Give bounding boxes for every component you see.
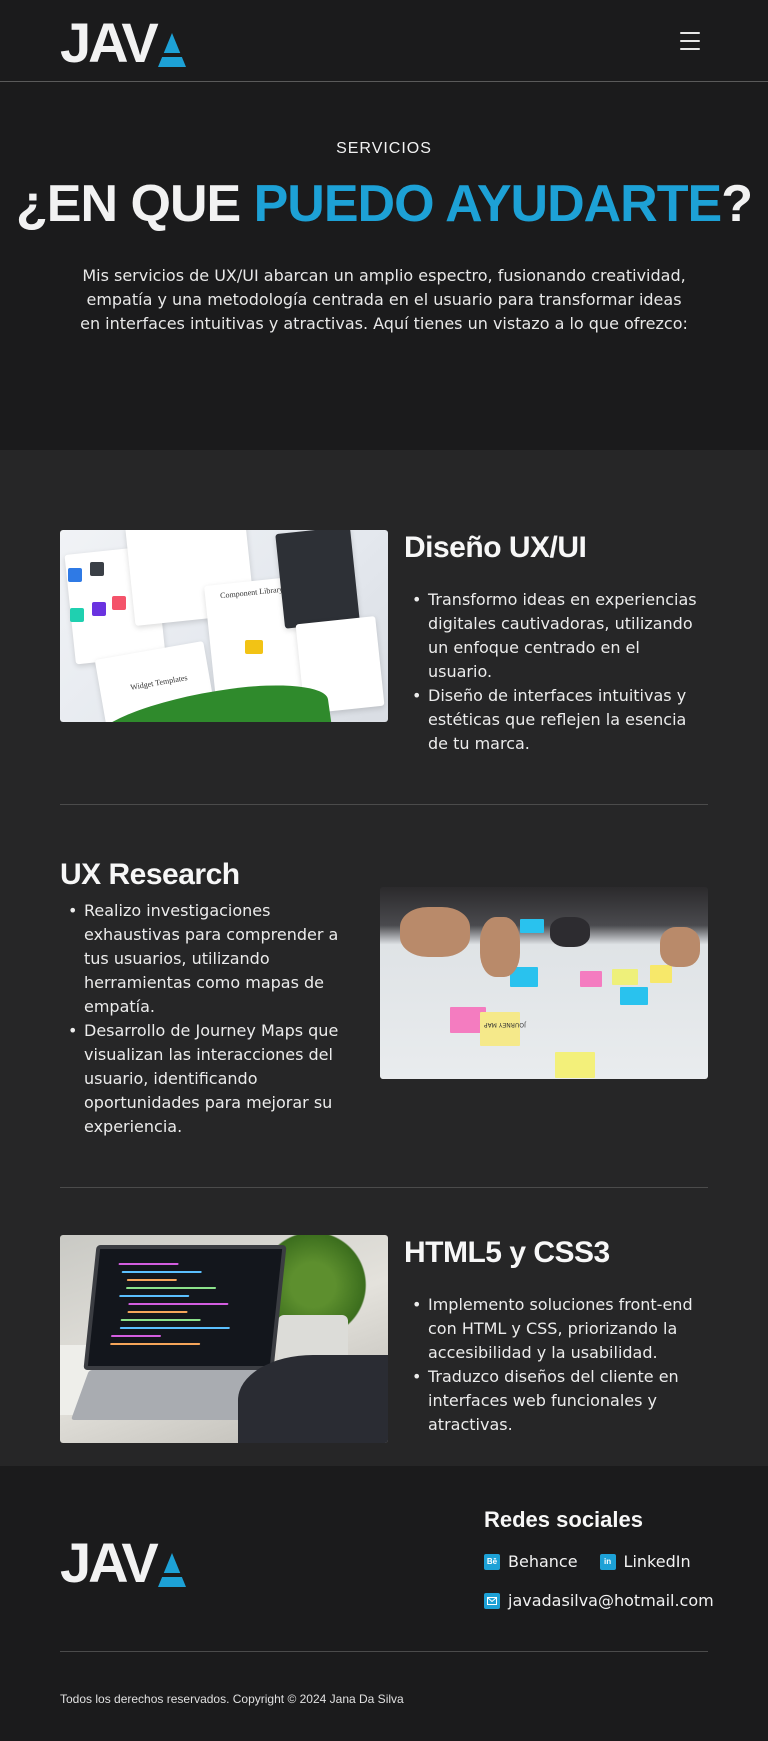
ux-ui-image: Widget Templates Component Library <box>60 530 388 722</box>
ux-research-image: JOURNEY MAP <box>380 887 708 1079</box>
footer-divider <box>60 1651 708 1652</box>
image-label-journey-map: JOURNEY MAP <box>484 1021 526 1028</box>
service-bullet-list: Transformo ideas en experiencias digital… <box>404 588 708 756</box>
logo-text: JAV <box>60 11 159 74</box>
title-accent: PUEDO AYUDARTE <box>253 175 723 233</box>
email-label: javadasilva@hotmail.com <box>508 1591 714 1610</box>
list-item: Transformo ideas en experiencias digital… <box>404 588 708 684</box>
service-title: Diseño UX/UI <box>404 531 587 564</box>
service-title: HTML5 y CSS3 <box>404 1236 610 1269</box>
page-title: ¿EN QUE PUEDO AYUDARTE? <box>0 174 768 234</box>
list-item: Realizo investigaciones exhaustivas para… <box>60 899 364 1019</box>
logo-text: JAV <box>60 1531 159 1594</box>
behance-label: Behance <box>508 1552 578 1571</box>
section-eyebrow: SERVICIOS <box>336 140 432 157</box>
services-list: Widget Templates Component Library Diseñ… <box>0 450 768 1466</box>
social-row: Bē Behance in LinkedIn <box>484 1552 714 1571</box>
logo-triangle-icon <box>157 1553 186 1587</box>
service-body: Diseño UX/UI Transformo ideas en experie… <box>404 530 708 756</box>
list-item: Diseño de interfaces intuitivas y estéti… <box>404 684 708 756</box>
mail-icon <box>484 1592 500 1609</box>
footer-logo[interactable]: JAV <box>60 1531 186 1594</box>
service-body: UX Research Realizo investigaciones exha… <box>60 857 364 1139</box>
section-divider <box>60 1187 708 1188</box>
service-bullet-list: Realizo investigaciones exhaustivas para… <box>60 899 364 1139</box>
services-hero: SERVICIOS ¿EN QUE PUEDO AYUDARTE? Mis se… <box>0 82 768 450</box>
section-divider <box>60 804 708 805</box>
service-title: UX Research <box>60 858 240 891</box>
linkedin-icon: in <box>599 1553 616 1570</box>
list-item: Implemento soluciones front-end con HTML… <box>404 1293 708 1365</box>
email-link[interactable]: javadasilva@hotmail.com <box>484 1591 714 1610</box>
social-links: Redes sociales Bē Behance in LinkedIn ja… <box>484 1506 714 1610</box>
social-title: Redes sociales <box>484 1507 643 1532</box>
title-part-1: ¿EN QUE <box>16 175 254 233</box>
linkedin-link[interactable]: in LinkedIn <box>599 1552 691 1571</box>
service-bullet-list: Implemento soluciones front-end con HTML… <box>404 1293 708 1437</box>
site-footer: JAV Redes sociales Bē Behance in LinkedI… <box>0 1466 768 1741</box>
service-html-css: HTML5 y CSS3 Implemento soluciones front… <box>60 1235 708 1443</box>
service-body: HTML5 y CSS3 Implemento soluciones front… <box>404 1235 708 1443</box>
service-ux-ui: Widget Templates Component Library Diseñ… <box>60 530 708 756</box>
hamburger-menu-icon[interactable] <box>680 32 700 50</box>
site-header: JAV <box>0 0 768 82</box>
behance-icon: Bē <box>484 1553 500 1570</box>
html-css-image <box>60 1235 388 1443</box>
title-part-2: ? <box>721 175 753 233</box>
service-ux-research: JOURNEY MAP UX Research Realizo investig… <box>60 857 708 1139</box>
behance-link[interactable]: Bē Behance <box>484 1552 578 1571</box>
linkedin-label: LinkedIn <box>623 1552 691 1571</box>
copyright-text: Todos los derechos reservados. Copyright… <box>60 1692 404 1706</box>
list-item: Traduzco diseños del cliente en interfac… <box>404 1365 708 1437</box>
site-logo[interactable]: JAV <box>60 11 186 74</box>
logo-triangle-icon <box>157 33 186 67</box>
hero-description: Mis servicios de UX/UI abarcan un amplio… <box>80 266 688 333</box>
list-item: Desarrollo de Journey Maps que visualiza… <box>60 1019 364 1139</box>
